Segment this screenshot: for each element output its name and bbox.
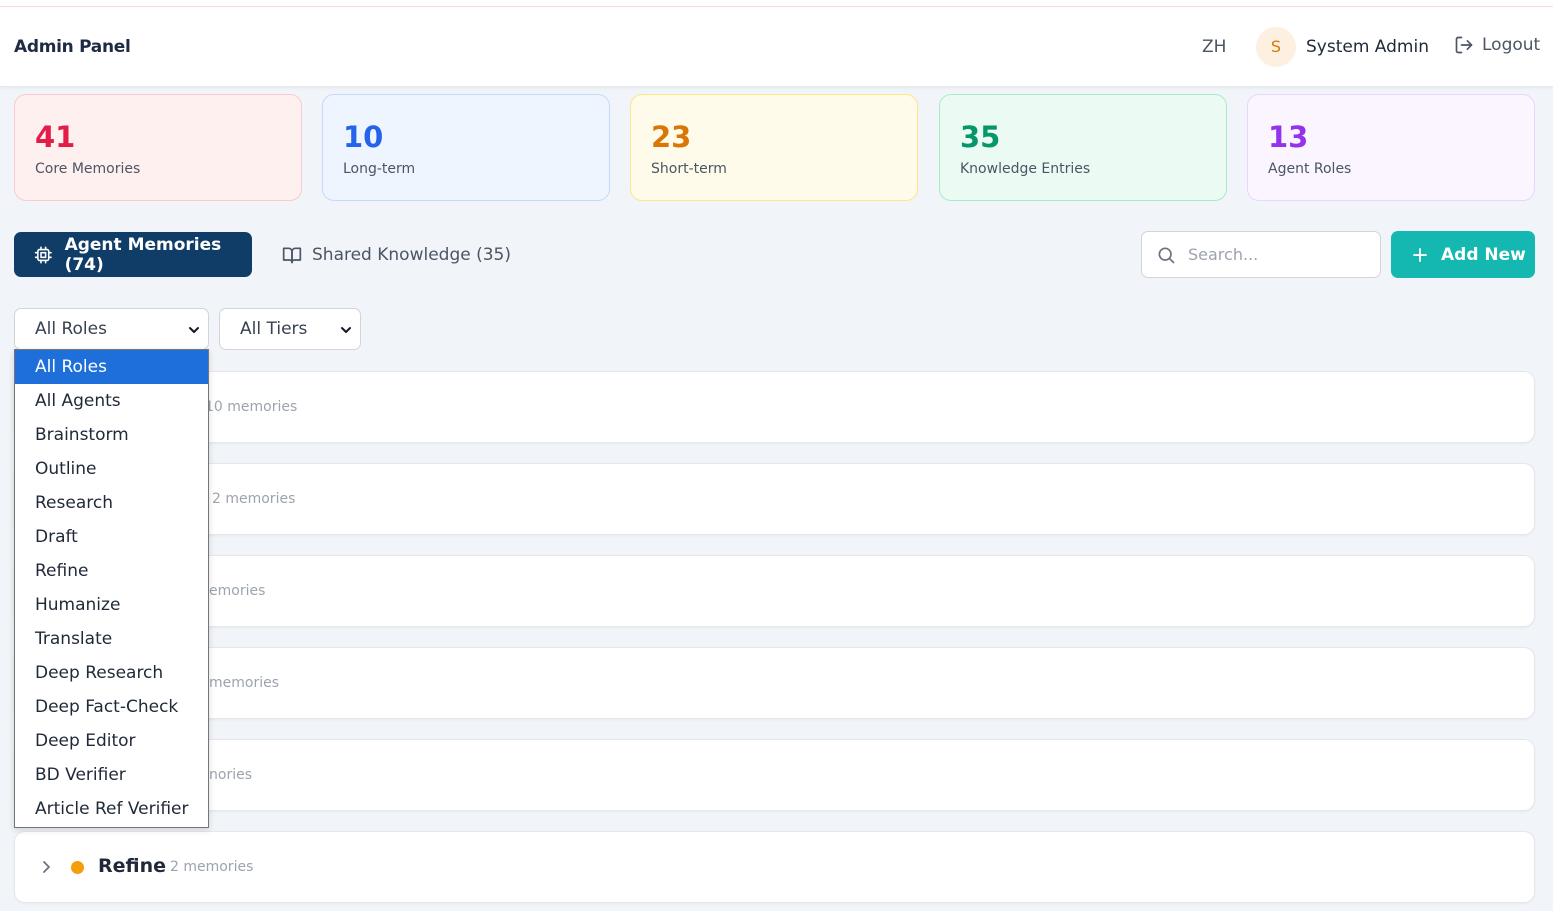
role-dropdown-list: All Roles All Agents Brainstorm Outline … bbox=[14, 349, 209, 828]
role-option-article-ref-verifier[interactable]: Article Ref Verifier bbox=[15, 792, 208, 826]
memory-group-row[interactable]: 2 memories bbox=[14, 463, 1535, 535]
stat-label: Long-term bbox=[343, 161, 416, 177]
stat-value: 10 bbox=[343, 120, 384, 154]
role-filter-select[interactable]: All Roles bbox=[14, 308, 209, 350]
chevron-right-icon[interactable] bbox=[39, 860, 53, 874]
role-option-draft[interactable]: Draft bbox=[15, 520, 208, 554]
chevron-down-icon bbox=[341, 327, 351, 333]
role-option-humanize[interactable]: Humanize bbox=[15, 588, 208, 622]
memory-group-row[interactable]: memories bbox=[14, 647, 1535, 719]
group-count: 10 memories bbox=[205, 399, 298, 415]
role-option-refine[interactable]: Refine bbox=[15, 554, 208, 588]
logout-button[interactable]: Logout bbox=[1454, 35, 1540, 55]
avatar[interactable]: S bbox=[1256, 27, 1296, 67]
tab-label: Shared Knowledge (35) bbox=[312, 244, 512, 265]
stat-card-agent-roles: 13 Agent Roles bbox=[1247, 94, 1535, 201]
group-name: Refine bbox=[98, 855, 167, 877]
memory-group-row[interactable]: 10 memories bbox=[14, 371, 1535, 443]
stat-card-long-term: 10 Long-term bbox=[322, 94, 610, 201]
stat-label: Knowledge Entries bbox=[960, 161, 1091, 177]
role-option-all-roles[interactable]: All Roles bbox=[15, 350, 208, 384]
stat-label: Agent Roles bbox=[1268, 161, 1352, 177]
memory-group-row[interactable]: nories bbox=[14, 739, 1535, 811]
stat-card-core-memories: 41 Core Memories bbox=[14, 94, 302, 201]
stat-label: Short-term bbox=[651, 161, 727, 177]
chevron-down-icon bbox=[189, 327, 199, 333]
stat-value: 41 bbox=[35, 120, 76, 154]
stat-label: Core Memories bbox=[35, 161, 141, 177]
group-count: 2 memories bbox=[212, 491, 296, 507]
stat-card-short-term: 23 Short-term bbox=[630, 94, 918, 201]
group-count: emories bbox=[209, 583, 266, 599]
role-filter-value: All Roles bbox=[35, 319, 107, 339]
stat-value: 13 bbox=[1268, 120, 1309, 154]
logout-icon bbox=[1455, 36, 1473, 54]
role-option-translate[interactable]: Translate bbox=[15, 622, 208, 656]
book-open-icon bbox=[282, 247, 302, 263]
role-option-brainstorm[interactable]: Brainstorm bbox=[15, 418, 208, 452]
stat-value: 35 bbox=[960, 120, 1001, 154]
role-option-all-agents[interactable]: All Agents bbox=[15, 384, 208, 418]
language-toggle[interactable]: ZH bbox=[1202, 37, 1226, 57]
role-option-outline[interactable]: Outline bbox=[15, 452, 208, 486]
group-count: memories bbox=[209, 675, 280, 691]
tab-shared-knowledge[interactable]: Shared Knowledge (35) bbox=[282, 232, 511, 277]
role-option-deep-fact-check[interactable]: Deep Fact-Check bbox=[15, 690, 208, 724]
search-input[interactable] bbox=[1188, 245, 1368, 264]
plus-icon bbox=[1413, 247, 1427, 262]
tab-agent-memories[interactable]: Agent Memories (74) bbox=[14, 232, 252, 277]
group-count: nories bbox=[209, 767, 252, 783]
role-option-bd-verifier[interactable]: BD Verifier bbox=[15, 758, 208, 792]
memory-group-row[interactable]: emories bbox=[14, 555, 1535, 627]
top-header: Admin Panel ZH S System Admin Logout bbox=[0, 7, 1553, 87]
app-title: Admin Panel bbox=[14, 37, 131, 57]
add-new-button[interactable]: Add New bbox=[1391, 231, 1535, 278]
stat-value: 23 bbox=[651, 120, 692, 154]
group-count: 2 memories bbox=[170, 859, 254, 875]
search-icon bbox=[1158, 247, 1175, 263]
user-name[interactable]: System Admin bbox=[1306, 37, 1429, 57]
logout-label: Logout bbox=[1482, 35, 1541, 55]
tier-filter-value: All Tiers bbox=[240, 319, 308, 339]
role-option-deep-research[interactable]: Deep Research bbox=[15, 656, 208, 690]
top-strip bbox=[0, 0, 1553, 7]
chip-icon bbox=[34, 245, 52, 264]
role-option-deep-editor[interactable]: Deep Editor bbox=[15, 724, 208, 758]
tab-label: Agent Memories (74) bbox=[64, 234, 222, 275]
status-dot bbox=[71, 861, 84, 874]
add-new-label: Add New bbox=[1441, 244, 1526, 265]
memory-group-row-refine[interactable]: Refine 2 memories bbox=[14, 831, 1535, 903]
tier-filter-select[interactable]: All Tiers bbox=[219, 308, 361, 350]
role-option-research[interactable]: Research bbox=[15, 486, 208, 520]
search-box bbox=[1141, 231, 1381, 278]
stat-card-knowledge-entries: 35 Knowledge Entries bbox=[939, 94, 1227, 201]
